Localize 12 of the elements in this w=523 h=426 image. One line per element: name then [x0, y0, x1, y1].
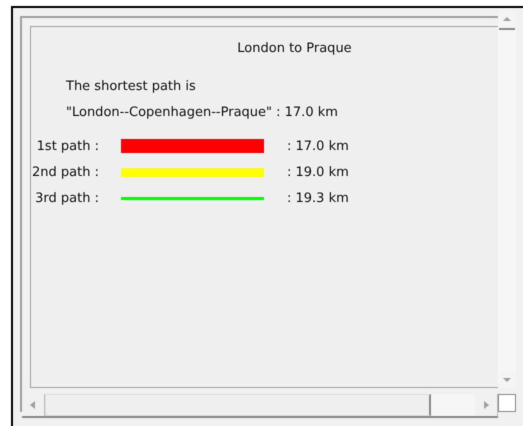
panel-title: London to Praque: [236, 41, 353, 56]
summary-text: "London--Copenhagen--Praque" : 17.0 km: [66, 104, 339, 122]
path-distance: : 19.0 km: [287, 164, 349, 180]
path-distance: : 17.0 km: [287, 138, 349, 154]
path-distance: : 19.3 km: [287, 190, 349, 206]
path-label: 3rd path :: [35, 190, 100, 206]
path-label: 1st path :: [36, 138, 100, 154]
summary-text: The shortest path is: [66, 78, 197, 96]
vertical-scrollbar[interactable]: [498, 10, 516, 388]
scroll-thumb[interactable]: [44, 394, 432, 416]
horizontal-scrollbar[interactable]: [22, 394, 498, 418]
path-label: 2nd path :: [32, 164, 100, 180]
